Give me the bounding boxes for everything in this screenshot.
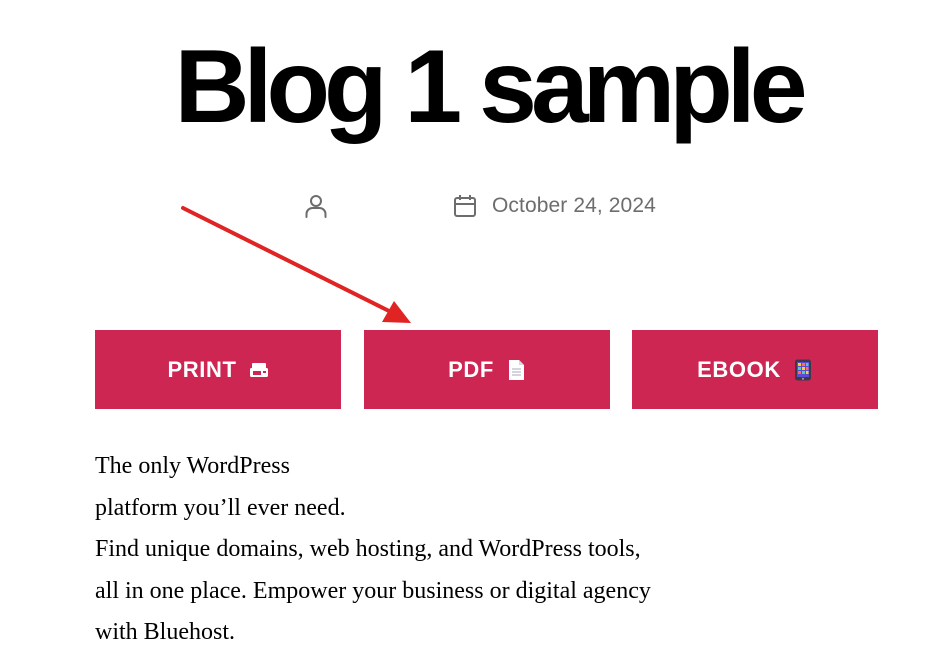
pdf-button-label: PDF [448,356,494,382]
ebook-button[interactable]: EBOOK [632,330,878,409]
content-line: all in one place. Empower your business … [95,577,651,604]
share-buttons: PRINT PDF EBOOK [95,330,878,409]
post-date: October 24, 2024 [452,190,656,222]
ebook-button-label: EBOOK [697,356,781,382]
print-button[interactable]: PRINT [95,330,341,409]
arrow-annotation [181,206,411,323]
pdf-button[interactable]: PDF [364,330,610,409]
post-meta: October 24, 2024 [0,190,928,222]
tablet-icon [794,359,811,380]
post-date-link[interactable]: October 24, 2024 [492,194,656,218]
post-content: The only WordPress platform you’ll ever … [95,446,795,654]
content-line: platform you’ll ever need. [95,494,346,521]
page-title: Blog 1 sample [174,29,807,145]
content-line: Find unique domains, web hosting, and Wo… [95,536,641,562]
print-button-label: PRINT [167,356,237,382]
calendar-icon [454,195,476,217]
printer-icon [249,362,268,377]
content-line: with Bluehost. [95,619,236,645]
document-icon [508,359,524,380]
content-line: The only WordPress [95,453,290,479]
